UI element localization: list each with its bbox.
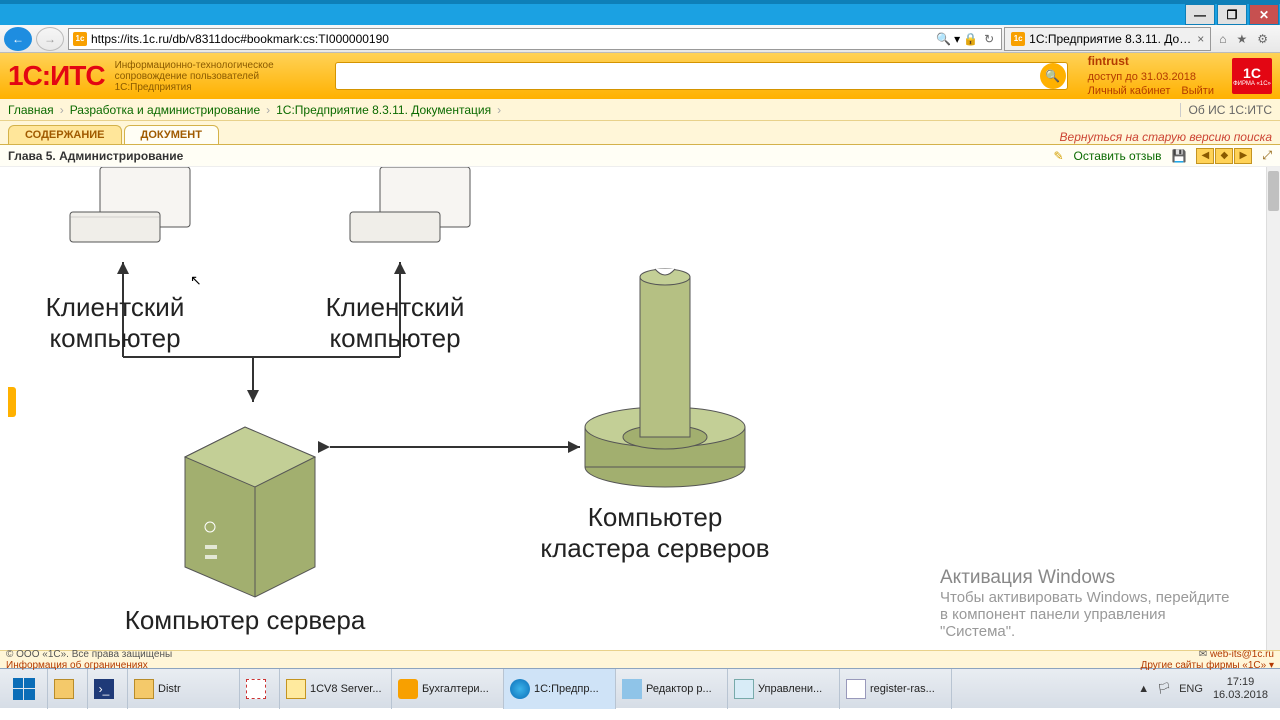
url-input[interactable]	[91, 32, 933, 46]
doc-tabs: СОДЕРЖАНИЕ ДОКУМЕНТ Вернуться на старую …	[0, 121, 1280, 145]
refresh-icon[interactable]: ↻	[984, 32, 994, 46]
cursor-icon: ↖	[190, 272, 202, 289]
taskbar-snip[interactable]	[240, 669, 280, 709]
label-client1: Клиентскийкомпьютер	[40, 292, 190, 354]
expand-icon[interactable]: ⤢	[1262, 148, 1272, 163]
brand-1c-icon[interactable]: 1СФИРМА «1С»	[1232, 58, 1272, 94]
search-dropdown-icon[interactable]: 🔍	[936, 32, 951, 46]
crumb-dev[interactable]: Разработка и администрирование	[70, 103, 260, 117]
taskbar-explorer[interactable]	[48, 669, 88, 709]
address-bar[interactable]: 1c 🔍 ▾ 🔒 ↻	[68, 28, 1002, 50]
start-button[interactable]	[0, 669, 48, 709]
label-client2: Клиентскийкомпьютер	[315, 292, 475, 354]
old-search-link[interactable]: Вернуться на старую версию поиска	[1060, 130, 1272, 144]
pager: ◀ ◆ ▶	[1196, 148, 1252, 164]
save-icon[interactable]: 💾	[1171, 149, 1186, 163]
feedback-link[interactable]: Оставить отзыв	[1074, 149, 1162, 163]
home-icon[interactable]: ⌂	[1219, 32, 1226, 46]
crumb-doc[interactable]: 1С:Предприятие 8.3.11. Документация	[276, 103, 491, 117]
copyright: © ООО «1С». Все права защищены	[6, 649, 172, 660]
favorites-icon[interactable]: ★	[1236, 32, 1247, 46]
taskbar-powershell[interactable]: ›_	[88, 669, 128, 709]
label-server: Компьютер сервера	[110, 605, 380, 636]
account-link[interactable]: Личный кабинет	[1088, 85, 1171, 97]
dropdown-icon[interactable]: ▾	[954, 32, 960, 46]
its-search-input[interactable]	[336, 69, 1039, 84]
close-button[interactable]: ✕	[1249, 4, 1279, 25]
watermark-sub: Чтобы активировать Windows, перейдите в …	[940, 589, 1240, 640]
pencil-icon: ✎	[1053, 149, 1063, 163]
tools-icon[interactable]: ⚙	[1257, 32, 1268, 46]
username: fintrust	[1088, 54, 1129, 68]
window-titlebar: — ❐ ✕	[0, 0, 1280, 25]
ie-toolbar: ← → 1c 🔍 ▾ 🔒 ↻ 1c 1С:Предприятие 8.3.11.…	[0, 25, 1280, 53]
user-block: fintrust доступ до 31.03.2018 Личный каб…	[1088, 54, 1222, 98]
its-header: 1С:ИТС Информационно-технологическое соп…	[0, 53, 1280, 99]
email-link[interactable]: web-its@1c.ru	[1210, 649, 1274, 660]
other-sites-link[interactable]: Другие сайты фирмы «1С» ▾	[1141, 660, 1274, 671]
tab-toc[interactable]: СОДЕРЖАНИЕ	[8, 125, 122, 144]
about-link[interactable]: Об ИС 1С:ИТС	[1180, 103, 1272, 117]
tray-date: 16.03.2018	[1213, 689, 1268, 701]
taskbar-distr[interactable]: Distr	[128, 669, 240, 709]
taskbar-ie[interactable]: 1С:Предпр...	[504, 669, 616, 709]
its-tagline: Информационно-технологическое сопровожде…	[115, 60, 305, 93]
taskbar-buh[interactable]: Бухгалтери...	[392, 669, 504, 709]
crumb-home[interactable]: Главная	[8, 103, 54, 117]
its-search-button[interactable]: 🔍	[1040, 63, 1066, 89]
windows-watermark: Активация Windows Чтобы активировать Win…	[940, 567, 1240, 640]
mail-icon: ✉	[1199, 649, 1207, 660]
its-search[interactable]: 🔍	[335, 62, 1068, 90]
maximize-button[interactable]: ❐	[1217, 4, 1247, 25]
logout-link[interactable]: Выйти	[1181, 85, 1214, 97]
scrollbar-thumb[interactable]	[1268, 171, 1279, 211]
its-logo[interactable]: 1С:ИТС	[8, 60, 105, 92]
pager-mid[interactable]: ◆	[1215, 148, 1233, 164]
tab-close-icon[interactable]: ×	[1197, 32, 1204, 46]
tab-document[interactable]: ДОКУМЕНТ	[124, 125, 219, 144]
forward-button[interactable]: →	[36, 27, 64, 51]
tray-lang[interactable]: ENG	[1179, 683, 1203, 695]
tray-up-icon[interactable]: ▲	[1138, 683, 1149, 695]
lock-icon: 🔒	[963, 32, 978, 46]
access-until: доступ до 31.03.2018	[1088, 71, 1196, 83]
tray-clock[interactable]: 17:19 16.03.2018	[1207, 676, 1274, 700]
pager-next[interactable]: ▶	[1234, 148, 1252, 164]
favicon-icon: 1c	[73, 32, 87, 46]
tray-time: 17:19	[1213, 676, 1268, 688]
breadcrumb: Главная› Разработка и администрирование›…	[0, 99, 1280, 121]
chapter-title: Глава 5. Администрирование	[8, 149, 183, 163]
diagram: Клиентскийкомпьютер Клиентскийкомпьютер …	[0, 167, 1280, 650]
tab-title: 1С:Предприятие 8.3.11. До…	[1029, 32, 1191, 46]
chapter-bar: Глава 5. Администрирование ✎ Оставить от…	[0, 145, 1280, 167]
label-cluster: Компьютеркластера серверов	[530, 502, 780, 564]
content-area: Клиентскийкомпьютер Клиентскийкомпьютер …	[0, 167, 1280, 650]
back-button[interactable]: ←	[4, 27, 32, 51]
scrollbar[interactable]	[1266, 167, 1280, 650]
tab-favicon-icon: 1c	[1011, 32, 1025, 46]
tray-flag-icon[interactable]: 🏳	[1157, 682, 1171, 695]
minimize-button[interactable]: —	[1185, 4, 1215, 25]
watermark-title: Активация Windows	[940, 567, 1240, 589]
windows-icon	[13, 678, 35, 700]
pager-prev[interactable]: ◀	[1196, 148, 1214, 164]
taskbar-1cv8[interactable]: 1CV8 Server...	[280, 669, 392, 709]
taskbar-register[interactable]: register-ras...	[840, 669, 952, 709]
browser-tab[interactable]: 1c 1С:Предприятие 8.3.11. До… ×	[1004, 27, 1211, 51]
footer: © ООО «1С». Все права защищены Информаци…	[0, 650, 1280, 668]
system-tray[interactable]: ▲ 🏳 ENG 17:19 16.03.2018	[1128, 676, 1280, 700]
taskbar-editor[interactable]: Редактор р...	[616, 669, 728, 709]
taskbar-manage[interactable]: Управлени...	[728, 669, 840, 709]
taskbar: ›_ Distr 1CV8 Server... Бухгалтери... 1С…	[0, 668, 1280, 708]
